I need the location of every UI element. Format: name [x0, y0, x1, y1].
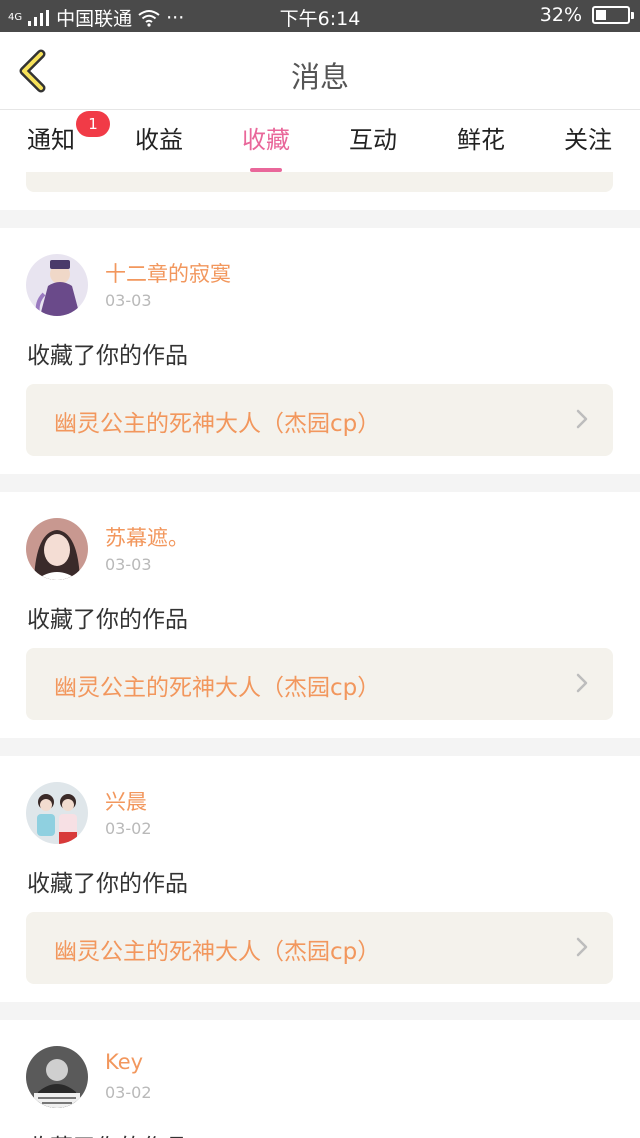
avatar[interactable] — [26, 782, 88, 844]
tab-earnings[interactable]: 收益 — [114, 120, 204, 155]
chevron-right-icon — [576, 937, 588, 957]
action-text: 收藏了你的作品 — [27, 1128, 188, 1138]
tab-label: 关注 — [564, 126, 612, 154]
username[interactable]: Key — [105, 1050, 143, 1074]
timestamp: 03-02 — [105, 1083, 152, 1102]
timestamp: 03-03 — [105, 291, 152, 310]
page-title: 消息 — [290, 60, 349, 94]
work-link[interactable]: 幽灵公主的死神大人（杰园cp） — [26, 912, 613, 984]
tab-follows[interactable]: 关注 — [543, 120, 633, 155]
work-link[interactable]: 幽灵公主的死神大人（杰园cp） — [26, 648, 613, 720]
work-link-partial[interactable] — [26, 172, 613, 192]
status-bar: 4G 中国联通 ··· 下午6:14 32% — [0, 0, 640, 32]
tab-bar: 通知 1 收益 收藏 互动 鲜花 关注 — [0, 110, 640, 172]
battery-percent: 32% — [539, 4, 582, 26]
timestamp: 03-03 — [105, 555, 152, 574]
tab-label: 通知 — [27, 126, 75, 154]
username[interactable]: 兴晨 — [105, 786, 147, 816]
unread-badge: 1 — [76, 111, 110, 137]
work-title: 幽灵公主的死神大人（杰园cp） — [54, 675, 381, 701]
work-title: 幽灵公主的死神大人（杰园cp） — [54, 411, 381, 437]
battery-icon — [592, 6, 634, 24]
chevron-right-icon — [576, 409, 588, 429]
tab-label: 收益 — [135, 126, 183, 154]
action-text: 收藏了你的作品 — [27, 343, 188, 369]
tab-interactions[interactable]: 互动 — [328, 120, 418, 155]
list-item-partial — [0, 172, 640, 210]
tab-label: 互动 — [349, 126, 397, 154]
nav-bar: 消息 — [0, 32, 640, 110]
action-text: 收藏了你的作品 — [27, 607, 188, 633]
avatar[interactable] — [26, 1046, 88, 1108]
timestamp: 03-02 — [105, 819, 152, 838]
tab-flowers[interactable]: 鲜花 — [436, 120, 526, 155]
list-item: 兴晨 03-02 收藏了你的作品 幽灵公主的死神大人（杰园cp） — [0, 756, 640, 1002]
work-title: 幽灵公主的死神大人（杰园cp） — [54, 939, 381, 965]
tab-favorites[interactable]: 收藏 — [221, 120, 311, 172]
tab-notifications[interactable]: 通知 1 — [6, 111, 110, 155]
list-item: 十二章的寂寞 03-03 收藏了你的作品 幽灵公主的死神大人（杰园cp） — [0, 228, 640, 474]
chevron-right-icon — [576, 673, 588, 693]
tab-label: 鲜花 — [457, 126, 505, 154]
work-link[interactable]: 幽灵公主的死神大人（杰园cp） — [26, 384, 613, 456]
list-item: Key 03-02 收藏了你的作品 — [0, 1020, 640, 1138]
username[interactable]: 苏幕遮。 — [105, 522, 189, 552]
avatar[interactable] — [26, 518, 88, 580]
avatar[interactable] — [26, 254, 88, 316]
username[interactable]: 十二章的寂寞 — [105, 258, 231, 288]
action-text: 收藏了你的作品 — [27, 871, 188, 897]
tab-label: 收藏 — [242, 126, 290, 154]
list-item: 苏幕遮。 03-03 收藏了你的作品 幽灵公主的死神大人（杰园cp） — [0, 492, 640, 738]
